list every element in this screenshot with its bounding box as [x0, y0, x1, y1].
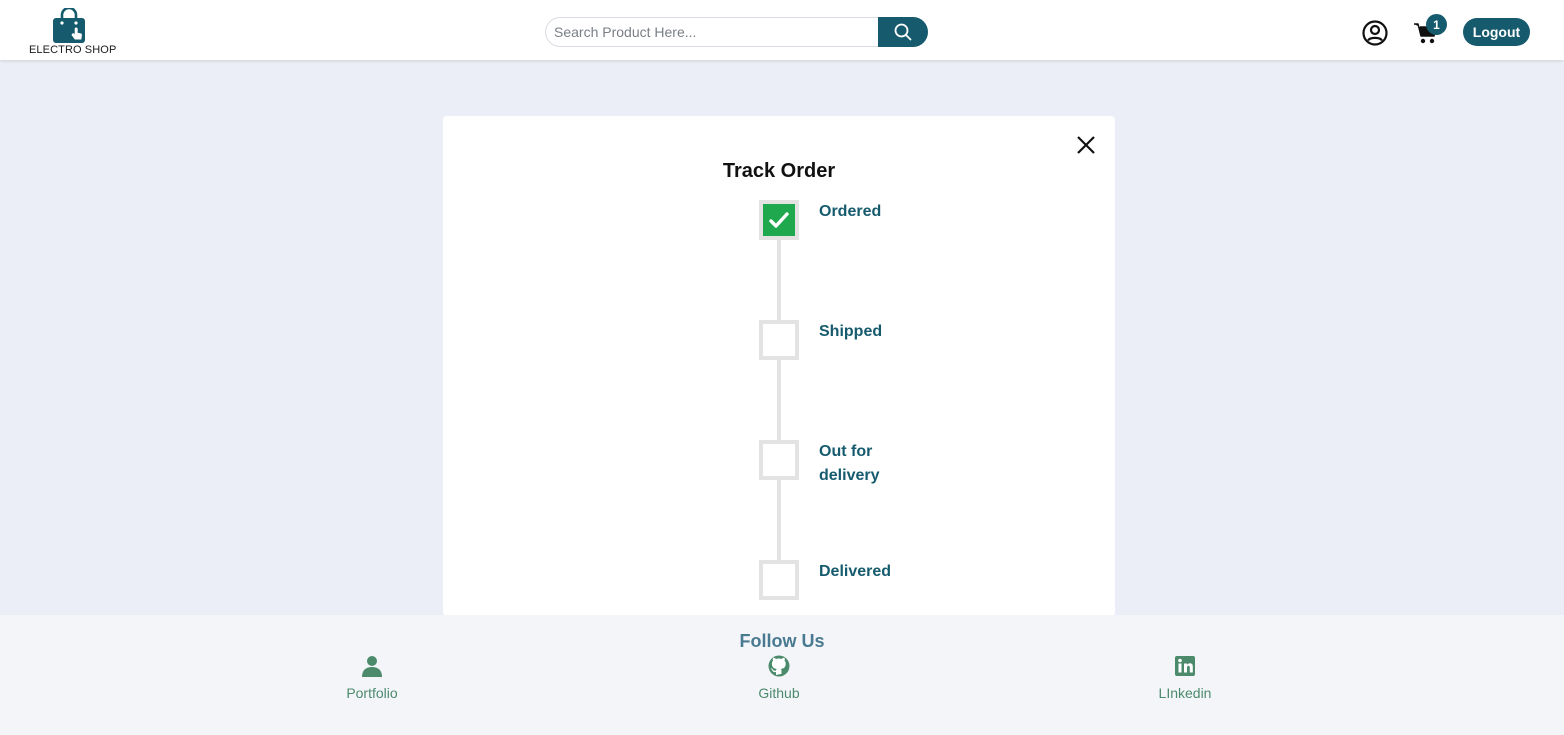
search-button[interactable] — [878, 17, 928, 47]
person-icon — [362, 656, 382, 677]
step-checkbox-delivered — [759, 560, 799, 600]
github-label: Github — [758, 685, 800, 701]
top-navbar: ELECTRO SHOP 1 Logout — [0, 0, 1564, 60]
search-icon — [894, 23, 912, 41]
progress-track-line — [777, 240, 781, 600]
modal-title: Track Order — [722, 160, 836, 182]
footer: Follow Us Portfolio Github LInkedin — [0, 615, 1564, 735]
search-input[interactable] — [545, 17, 885, 47]
step-label-ordered: Ordered — [819, 203, 882, 220]
brand-logo[interactable]: ELECTRO SHOP — [26, 6, 117, 58]
track-order-modal: Track Order Ordered Shipped Out for deli… — [443, 116, 1115, 616]
step-label-out-for-delivery: Out for delivery — [819, 443, 880, 484]
step-label-delivered: Delivered — [819, 563, 892, 580]
logout-button[interactable]: Logout — [1463, 18, 1530, 46]
follow-us-heading: Follow Us — [739, 631, 825, 651]
portfolio-link[interactable]: Portfolio — [312, 655, 432, 701]
search-bar — [545, 17, 928, 47]
brand-name: ELECTRO SHOP — [29, 44, 117, 56]
cart-count-badge: 1 — [1426, 14, 1447, 35]
linkedin-link[interactable]: LInkedin — [1125, 655, 1245, 701]
github-icon — [768, 655, 790, 677]
portfolio-label: Portfolio — [346, 685, 398, 701]
close-icon[interactable] — [1075, 134, 1097, 156]
step-checkbox-out-for-delivery — [759, 440, 799, 480]
step-checkbox-shipped — [759, 320, 799, 360]
step-label-shipped: Shipped — [819, 323, 883, 340]
checkmark-icon — [769, 212, 789, 228]
step-checkbox-ordered — [759, 200, 799, 240]
linkedin-icon — [1175, 656, 1195, 676]
github-link[interactable]: Github — [719, 655, 839, 701]
linkedin-label: LInkedin — [1158, 685, 1212, 701]
shopping-bag-icon — [53, 8, 85, 43]
user-profile-icon[interactable] — [1362, 20, 1388, 46]
